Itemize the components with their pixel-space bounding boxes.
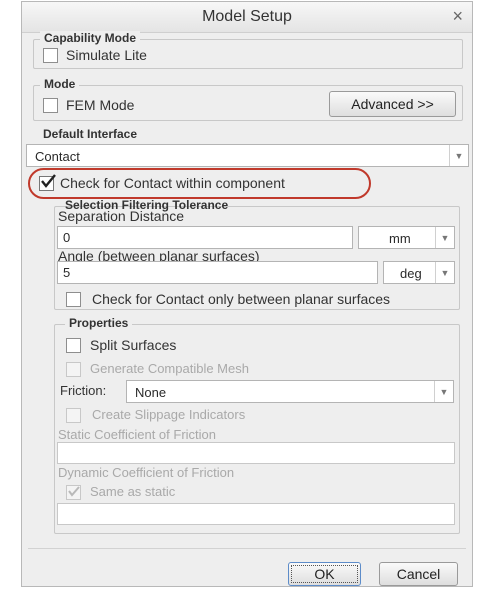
- separation-unit-value: mm: [389, 231, 411, 246]
- chevron-down-icon: ▼: [434, 381, 453, 402]
- split-surfaces-checkbox[interactable]: [66, 338, 81, 353]
- simulate-lite-checkbox[interactable]: [43, 48, 58, 63]
- static-coefficient-input: [57, 442, 455, 464]
- generate-mesh-label: Generate Compatible Mesh: [90, 361, 249, 376]
- advanced-button[interactable]: Advanced >>: [329, 91, 456, 117]
- capability-mode-group: Capability Mode Simulate Lite: [33, 31, 463, 69]
- slippage-label: Create Slippage Indicators: [92, 407, 246, 422]
- separation-distance-label: Separation Distance: [58, 208, 185, 224]
- capability-mode-legend: Capability Mode: [40, 31, 141, 45]
- angle-unit-value: deg: [400, 266, 422, 281]
- cancel-button[interactable]: Cancel: [379, 562, 458, 586]
- chevron-down-icon: ▼: [435, 262, 454, 283]
- split-surfaces-label: Split Surfaces: [90, 337, 177, 353]
- title-bar: Model Setup ×: [22, 2, 472, 33]
- chevron-down-icon: ▼: [435, 227, 454, 248]
- properties-legend: Properties: [65, 316, 133, 330]
- simulate-lite-label: Simulate Lite: [66, 47, 147, 63]
- angle-unit-dropdown[interactable]: deg ▼: [383, 261, 455, 284]
- same-as-static-checkbox: [66, 485, 81, 500]
- fem-mode-checkbox[interactable]: [43, 98, 58, 113]
- checkmark-icon: [68, 486, 80, 497]
- default-interface-value: Contact: [35, 149, 80, 164]
- dynamic-coefficient-label: Dynamic Coefficient of Friction: [58, 465, 235, 480]
- separation-unit-dropdown[interactable]: mm ▼: [358, 226, 455, 249]
- mode-group: Mode FEM Mode Advanced >>: [33, 77, 463, 121]
- button-separator: [28, 548, 466, 549]
- generate-mesh-checkbox: [66, 362, 81, 377]
- fem-mode-label: FEM Mode: [66, 97, 135, 113]
- friction-label: Friction:: [60, 383, 107, 398]
- default-interface-legend: Default Interface: [39, 127, 142, 141]
- mode-legend: Mode: [40, 77, 80, 91]
- friction-value: None: [135, 385, 167, 400]
- static-coefficient-label: Static Coefficient of Friction: [58, 427, 216, 442]
- dialog-title: Model Setup: [202, 8, 292, 25]
- friction-dropdown[interactable]: None ▼: [126, 380, 454, 403]
- separation-distance-input[interactable]: 0: [57, 226, 353, 249]
- planar-only-label: Check for Contact only between planar su…: [92, 291, 391, 307]
- planar-only-checkbox[interactable]: [66, 292, 81, 307]
- model-setup-dialog: Model Setup × Capability Mode Simulate L…: [21, 1, 473, 587]
- same-as-static-label: Same as static: [90, 484, 176, 499]
- highlight-ellipse: [28, 168, 371, 199]
- dynamic-coefficient-input: [57, 503, 455, 525]
- default-interface-dropdown[interactable]: Contact ▼: [26, 144, 469, 167]
- angle-input[interactable]: 5: [57, 261, 378, 284]
- close-icon[interactable]: ×: [452, 6, 463, 27]
- ok-button[interactable]: OK: [288, 562, 361, 586]
- chevron-down-icon: ▼: [449, 145, 468, 166]
- slippage-checkbox: [66, 408, 81, 423]
